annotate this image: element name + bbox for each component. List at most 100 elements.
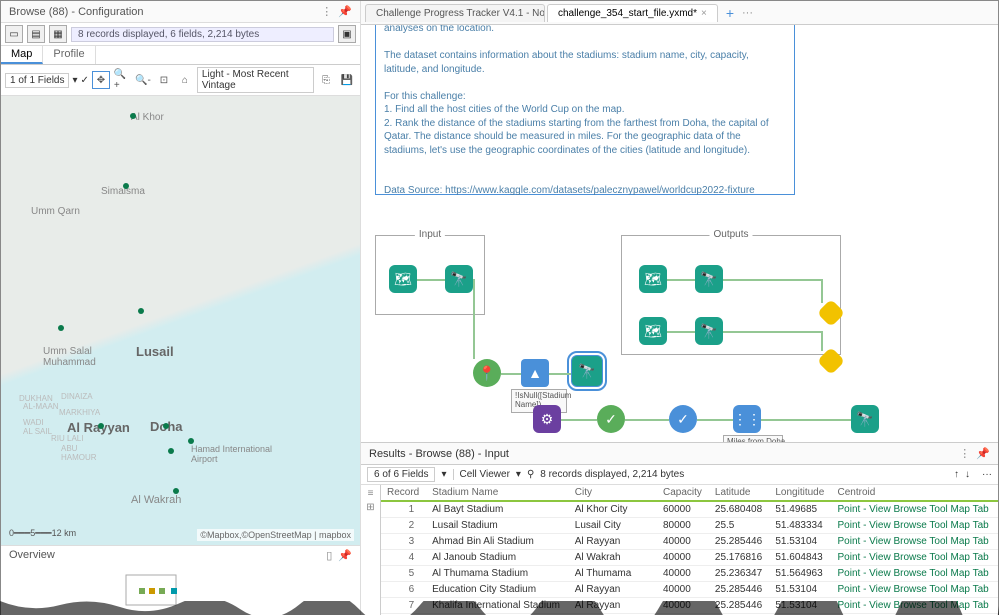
overview-expand-icon[interactable]: ▯ <box>326 549 332 562</box>
wire <box>625 419 669 421</box>
map-label-ummqarn: Umm Qarn <box>31 206 80 217</box>
copy-icon[interactable]: ⎘ <box>317 71 335 89</box>
settings-icon[interactable]: ▣ <box>338 25 356 43</box>
filter-results-icon[interactable]: ⚲ <box>527 469 534 480</box>
results-title: Results - Browse (88) - Input <box>369 448 509 460</box>
map-point <box>173 488 179 494</box>
sort-annotation: Miles from Doha - Descending <box>723 435 783 443</box>
col-name[interactable]: Stadium Name <box>426 485 569 501</box>
doc-tab-challenge[interactable]: challenge_354_start_file.yxmd*× <box>547 4 718 22</box>
more-tabs-icon[interactable]: ··· <box>742 7 753 19</box>
wire <box>723 279 821 281</box>
col-record[interactable]: Record <box>381 485 426 501</box>
wire <box>667 279 695 281</box>
select-tool[interactable]: ✓ <box>669 405 697 433</box>
map-label-almaan: AL-MAAN <box>23 402 59 411</box>
browse-selected-tool[interactable]: 🔭 <box>571 355 603 387</box>
fields-selector[interactable]: 1 of 1 Fields <box>5 73 69 88</box>
table-row[interactable]: 4Al Janoub StadiumAl Wakrah4000025.17681… <box>381 550 998 566</box>
map-label-ummsalal: Umm Salal Muhammad <box>43 346 96 368</box>
map-label-alwakrah: Al Wakrah <box>131 494 181 506</box>
pin-icon[interactable]: 📌 <box>338 5 352 18</box>
wire <box>501 373 521 375</box>
text-input-tool[interactable]: 🗺 <box>389 265 417 293</box>
wire <box>473 279 475 359</box>
text-input-out2[interactable]: 🗺 <box>639 317 667 345</box>
menu-icon[interactable]: ⋮ <box>321 5 332 18</box>
metadata-icon[interactable]: ▤ <box>27 25 45 43</box>
sort-tool[interactable]: ⋮⋮ <box>733 405 761 433</box>
layer-selector[interactable]: Light - Most Recent Vintage <box>197 67 314 93</box>
map-point <box>98 423 104 429</box>
results-grid[interactable]: Record Stadium Name City Capacity Latitu… <box>381 485 998 615</box>
col-longitude[interactable]: Longititude <box>769 485 831 501</box>
zoom-extent-icon[interactable]: ⊡ <box>155 71 173 89</box>
browse-final-tool[interactable]: 🔭 <box>851 405 879 433</box>
outputs-container-label: Outputs <box>709 229 752 240</box>
wire <box>723 331 821 333</box>
map-canvas[interactable]: Al Khor Simaisma Umm Qarn Lusail Umm Sal… <box>1 96 360 545</box>
prev-icon[interactable]: ↑ <box>954 469 959 480</box>
view-icon[interactable]: ▦ <box>49 25 67 43</box>
table-row[interactable]: 3Ahmad Bin Ali StadiumAl Rayyan4000025.2… <box>381 534 998 550</box>
map-attribution: ©Mapbox,©OpenStreetMap | mapbox <box>197 529 354 541</box>
table-row[interactable]: 5Al Thumama StadiumAl Thumama4000025.236… <box>381 566 998 582</box>
table-row[interactable]: 1Al Bayt StadiumAl Khor City6000025.6804… <box>381 501 998 518</box>
overview-pin-icon[interactable]: 📌 <box>338 549 352 562</box>
wire <box>667 331 695 333</box>
close-icon[interactable]: × <box>701 8 707 19</box>
map-label-markhiya: MARKHIYA <box>59 408 100 417</box>
results-header: Results - Browse (88) - Input ⋮ 📌 <box>361 443 998 465</box>
tab-profile[interactable]: Profile <box>43 46 95 64</box>
col-capacity[interactable]: Capacity <box>657 485 709 501</box>
messages-icon[interactable]: ≡ <box>368 488 374 499</box>
records-icon[interactable]: ▭ <box>5 25 23 43</box>
new-tab-button[interactable]: + <box>720 3 740 23</box>
browse-tool[interactable]: 🔭 <box>445 265 473 293</box>
tab-map[interactable]: Map <box>1 46 43 64</box>
cell-viewer-label[interactable]: Cell Viewer <box>453 469 510 480</box>
wire <box>417 279 445 281</box>
comment-annotation: analyses on the location. The dataset co… <box>375 25 795 195</box>
browse-out2[interactable]: 🔭 <box>695 317 723 345</box>
col-latitude[interactable]: Latitude <box>709 485 769 501</box>
filter-tool[interactable]: ▲ <box>521 359 549 387</box>
text-input-out1[interactable]: 🗺 <box>639 265 667 293</box>
map-label-riulali: RIU LALI <box>51 434 83 443</box>
records-info: 8 records displayed, 6 fields, 2,214 byt… <box>71 27 334 42</box>
table-row[interactable]: 6Education City StadiumAl Rayyan4000025.… <box>381 582 998 598</box>
menu-icon[interactable]: ⋮ <box>959 447 970 460</box>
table-row[interactable]: 2Lusail StadiumLusail City8000025.551.48… <box>381 518 998 534</box>
results-info: 8 records displayed, 2,214 bytes <box>540 469 684 480</box>
save-map-icon[interactable]: 💾 <box>338 71 356 89</box>
chevron-down-icon[interactable]: ▾ <box>516 469 521 480</box>
zoom-in-icon[interactable]: 🔍+ <box>113 71 131 89</box>
map-point <box>188 438 194 444</box>
more-icon[interactable]: ··· <box>982 469 992 480</box>
chevron-down-icon[interactable]: ▾ <box>441 469 446 480</box>
pin-icon[interactable]: 📌 <box>976 447 990 460</box>
distance-tool[interactable]: ✓ <box>597 405 625 433</box>
create-points-tool[interactable]: 📍 <box>473 359 501 387</box>
input-container-label: Input <box>415 229 445 240</box>
col-centroid[interactable]: Centroid <box>832 485 999 501</box>
col-city[interactable]: City <box>569 485 657 501</box>
workflow-canvas[interactable]: analyses on the location. The dataset co… <box>361 25 998 443</box>
wire <box>561 419 597 421</box>
next-icon[interactable]: ↓ <box>965 469 970 480</box>
home-icon[interactable]: ⌂ <box>176 71 194 89</box>
browse-out1[interactable]: 🔭 <box>695 265 723 293</box>
data-icon[interactable]: ⊞ <box>366 502 374 513</box>
map-label-lusail: Lusail <box>136 344 174 359</box>
zoom-out-icon[interactable]: 🔍- <box>134 71 152 89</box>
pan-tool-icon[interactable]: ✥ <box>92 71 110 89</box>
browse-config-header: Browse (88) - Configuration ⋮ 📌 <box>1 1 360 23</box>
chevron-down-icon[interactable]: ▾ <box>72 75 77 86</box>
doc-tab-tracker[interactable]: Challenge Progress Tracker V4.1 - No che… <box>365 4 545 22</box>
map-point <box>168 448 174 454</box>
map-label-wadi: WADI AL SAIL <box>23 418 52 436</box>
map-point <box>123 183 129 189</box>
results-fields-selector[interactable]: 6 of 6 Fields <box>367 467 435 482</box>
formula-tool[interactable]: ⚙ <box>533 405 561 433</box>
check-icon[interactable]: ✓ <box>81 75 89 86</box>
